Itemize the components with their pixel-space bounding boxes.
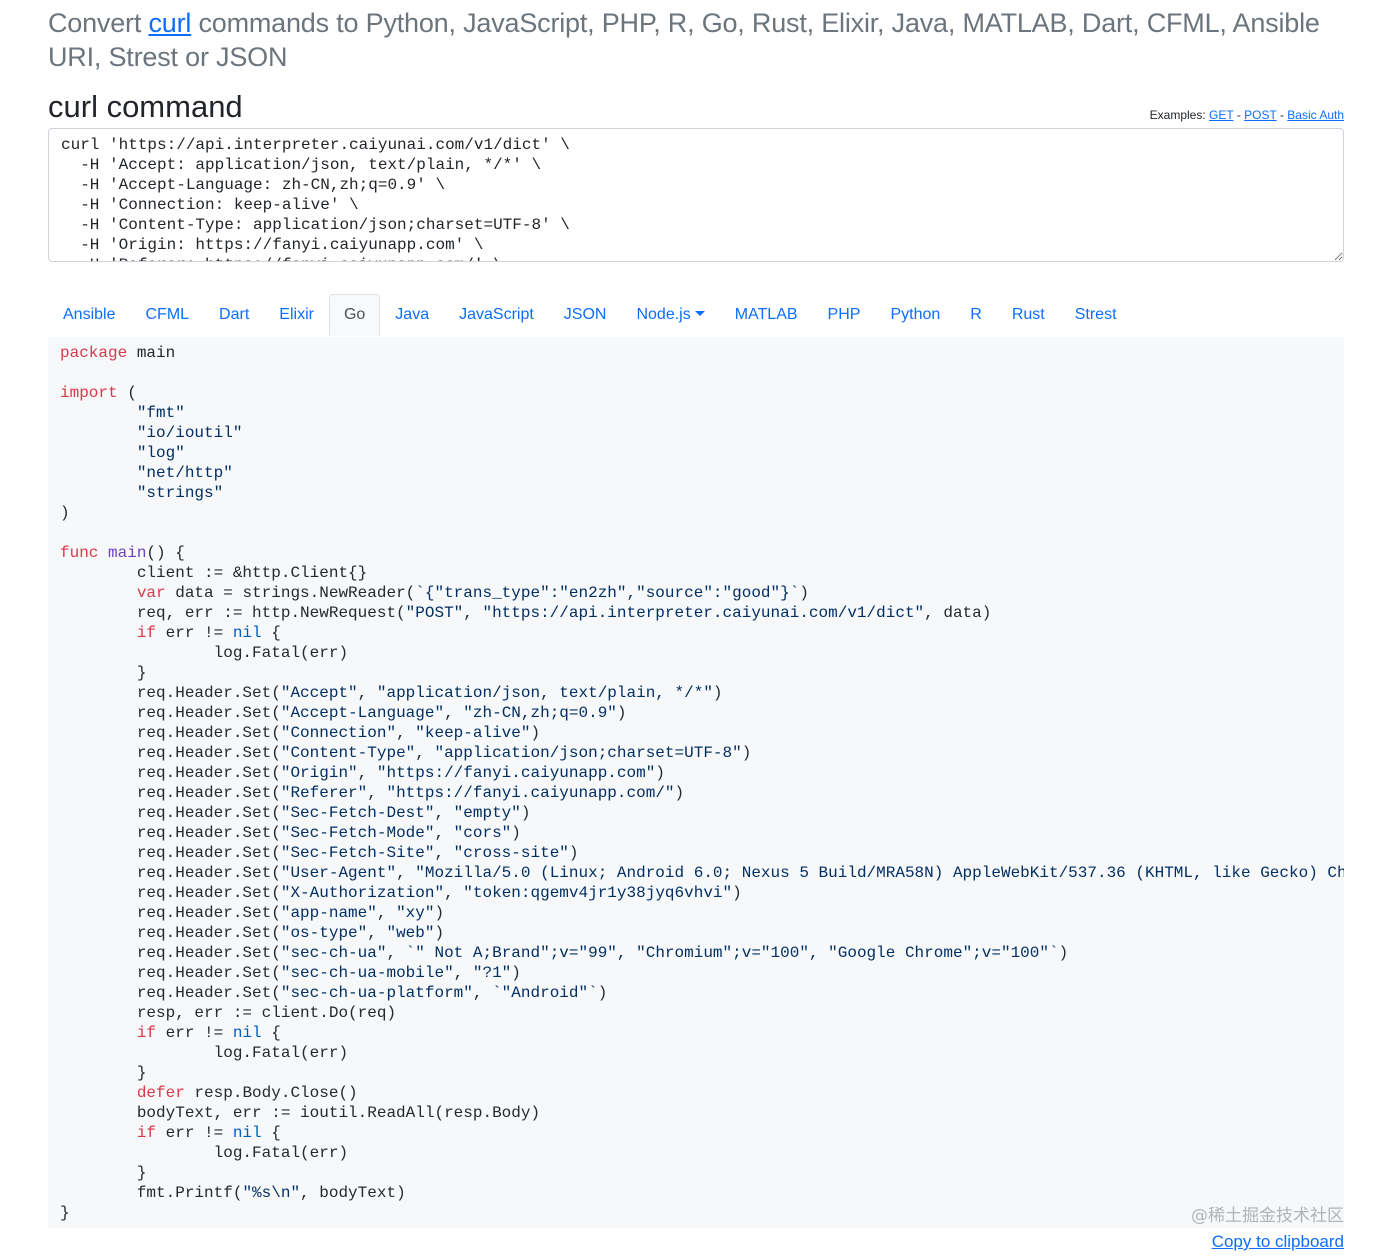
tab-label: JavaScript — [459, 306, 534, 323]
code-line: log.Fatal(err) — [60, 644, 349, 662]
curl-command-input[interactable] — [48, 128, 1344, 262]
code-line: import ( — [60, 384, 137, 402]
tab-label: Elixir — [279, 306, 314, 323]
examples-bar: Examples: GET - POST - Basic Auth — [1150, 107, 1344, 123]
tab-cfml[interactable]: CFML — [130, 294, 204, 336]
code-line: "net/http" — [136, 464, 233, 482]
tab-go[interactable]: Go — [328, 294, 381, 336]
code-line: defer resp.Body.Close() — [136, 1084, 358, 1102]
curl-link[interactable]: curl — [148, 8, 191, 38]
code-line: req.Header.Set("sec-ch-ua", `" Not A;Bra… — [60, 944, 1069, 962]
tab-label: Dart — [219, 306, 250, 323]
tab-label: CFML — [145, 306, 190, 323]
examples-label: Examples: — [1149, 108, 1206, 122]
tab-label: Java — [395, 306, 430, 323]
code-line: log.Fatal(err) — [60, 1144, 349, 1162]
code-line: if err != nil { — [136, 1024, 281, 1042]
code-line: req.Header.Set("Accept", "application/js… — [60, 684, 723, 702]
code-line: "strings" — [136, 484, 224, 502]
page-container: Convert curl commands to Python, JavaScr… — [48, 0, 1344, 1228]
code-line: req.Header.Set("sec-ch-ua-platform", `"A… — [60, 984, 608, 1002]
code-line: bodyText, err := ioutil.ReadAll(resp.Bod… — [60, 1104, 541, 1122]
tab-label: Ansible — [63, 306, 116, 323]
caret-down-icon — [694, 311, 705, 316]
code-line: req.Header.Set("Accept-Language", "zh-CN… — [60, 704, 627, 722]
code-line: req.Header.Set("Sec-Fetch-Site", "cross-… — [60, 844, 579, 862]
page-headline: Convert curl commands to Python, JavaScr… — [48, 0, 1344, 74]
code-line: package main — [60, 344, 176, 362]
code-line: fmt.Printf("%s\n", bodyText) — [60, 1184, 406, 1202]
headline-suffix: commands to Python, JavaScript, PHP, R, … — [48, 8, 1320, 72]
curl-command-title: curl command — [48, 89, 243, 124]
tab-rust[interactable]: Rust — [997, 294, 1060, 336]
example-post-link[interactable]: POST — [1244, 108, 1276, 122]
code-line: ) — [60, 504, 70, 522]
tab-label: Go — [343, 306, 366, 323]
language-tabs: Ansible CFML Dart Elixir Go Java JavaScript JSO… — [48, 294, 1344, 337]
tab-dart[interactable]: Dart — [204, 294, 264, 336]
code-line: if err != nil { — [136, 1124, 281, 1142]
example-get-link[interactable]: GET — [1209, 108, 1233, 122]
code-line: "fmt" — [136, 404, 185, 422]
tab-elixir[interactable]: Elixir — [264, 294, 329, 336]
code-line: if err != nil { — [136, 624, 281, 642]
code-line: req.Header.Set("Connection", "keep-alive… — [60, 724, 541, 742]
code-line: req.Header.Set("Content-Type", "applicat… — [60, 744, 752, 762]
tab-php[interactable]: PHP — [813, 294, 876, 336]
copy-to-clipboard-link[interactable]: Copy to clipboard — [1212, 1231, 1344, 1253]
code-line: "log" — [136, 444, 185, 462]
tab-matlab[interactable]: MATLAB — [720, 294, 813, 336]
tab-ansible[interactable]: Ansible — [48, 294, 130, 336]
generated-code-panel: package main import ( "fmt" "io/ioutil" … — [48, 337, 1344, 1228]
tab-java[interactable]: Java — [380, 294, 444, 336]
tab-label: Strest — [1074, 306, 1117, 323]
code-line: req, err := http.NewRequest("POST", "htt… — [60, 604, 992, 622]
tab-label: JSON — [563, 306, 607, 323]
code-line: "io/ioutil" — [136, 424, 243, 442]
tab-python[interactable]: Python — [875, 294, 955, 336]
code-line: log.Fatal(err) — [60, 1044, 349, 1062]
tab-r[interactable]: R — [955, 294, 997, 336]
code-line: } — [60, 1204, 70, 1222]
examples-separator: - — [1276, 108, 1288, 122]
example-basic-auth-link[interactable]: Basic Auth — [1287, 108, 1344, 122]
code-line: req.Header.Set("Sec-Fetch-Dest", "empty"… — [60, 804, 531, 822]
command-header: curl command Examples: GET - POST - Basi… — [48, 88, 1344, 128]
code-line: var data = strings.NewReader(`{"trans_ty… — [136, 584, 809, 602]
code-line: func main() { — [60, 544, 185, 562]
code-line: req.Header.Set("Sec-Fetch-Mode", "cors") — [60, 824, 521, 842]
tab-json[interactable]: JSON — [549, 294, 622, 336]
code-line: } — [60, 1164, 147, 1182]
examples-separator: - — [1233, 108, 1245, 122]
tab-label: Rust — [1011, 306, 1045, 323]
code-line: resp, err := client.Do(req) — [60, 1004, 397, 1022]
code-line: } — [60, 1064, 147, 1082]
code-line: req.Header.Set("app-name", "xy") — [60, 904, 445, 922]
code-line: req.Header.Set("User-Agent", "Mozilla/5.… — [60, 864, 1344, 882]
code-line: } — [60, 664, 147, 682]
headline-prefix: Convert — [48, 8, 149, 38]
tab-label: Python — [890, 306, 941, 323]
code-line: req.Header.Set("os-type", "web") — [60, 924, 445, 942]
tab-javascript[interactable]: JavaScript — [444, 294, 549, 336]
tab-label: R — [970, 306, 982, 323]
tab-node-js[interactable]: Node.js — [621, 294, 719, 336]
tab-label: Node.js — [636, 306, 691, 323]
code-line: req.Header.Set("X-Authorization", "token… — [60, 884, 742, 902]
tab-strest[interactable]: Strest — [1060, 294, 1132, 336]
tab-label: MATLAB — [734, 306, 798, 323]
code-line: client := &http.Client{} — [60, 564, 368, 582]
watermark: @稀土掘金技术社区 — [1191, 1206, 1344, 1226]
code-line: req.Header.Set("Referer", "https://fanyi… — [60, 784, 685, 802]
code-line: req.Header.Set("Origin", "https://fanyi.… — [60, 764, 665, 782]
generated-code: package main import ( "fmt" "io/ioutil" … — [60, 343, 1344, 1223]
tab-label: PHP — [827, 306, 861, 323]
code-line: req.Header.Set("sec-ch-ua-mobile", "?1") — [60, 964, 521, 982]
